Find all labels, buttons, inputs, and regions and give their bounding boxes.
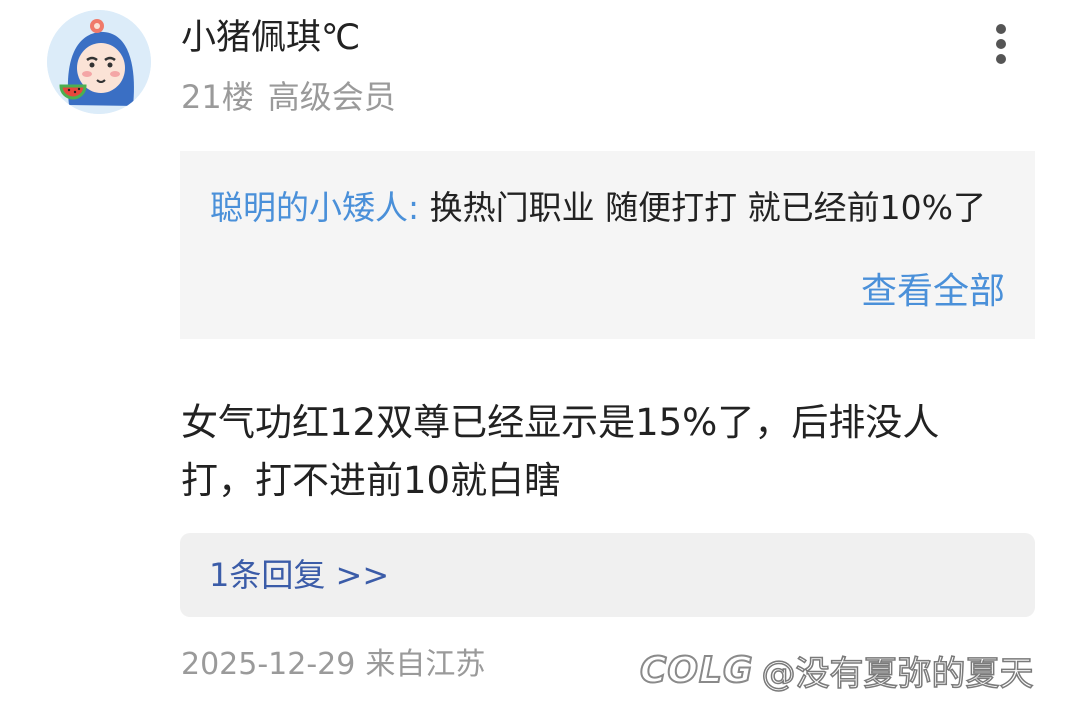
quote-text: 换热门职业 随便打打 就已经前10%了 xyxy=(429,188,986,227)
username[interactable]: 小猪佩琪℃ xyxy=(181,16,360,60)
quote-line: 聪明的小矮人: 换热门职业 随便打打 就已经前10%了 xyxy=(210,186,986,230)
post-location: 来自江苏 xyxy=(365,647,486,682)
watermark-text: @没有夏弥的夏天 xyxy=(761,653,1035,695)
comment-body: 女气功红12双尊已经显示是15%了，后排没人打，打不进前10就白瞎 xyxy=(181,401,940,502)
post-meta: 2025-12-29 来自江苏 xyxy=(181,645,485,685)
floor-number: 21楼 xyxy=(181,78,254,116)
watermark: COLG @没有夏弥的夏天 xyxy=(639,642,1035,698)
post-date: 2025-12-29 xyxy=(181,647,356,682)
quote-author[interactable]: 聪明的小矮人: xyxy=(210,188,419,227)
replies-count-label: 1条回复 >> xyxy=(209,556,390,594)
cartoon-avatar-icon xyxy=(47,10,151,114)
quoted-reply[interactable]: 聪明的小矮人: 换热门职业 随便打打 就已经前10%了 查看全部 xyxy=(180,151,1035,339)
watermark-logo: COLG xyxy=(639,649,754,692)
member-rank: 高级会员 xyxy=(267,78,396,116)
more-options-button[interactable] xyxy=(985,20,1017,68)
comment-post: 小猪佩琪℃ 21楼 高级会员 聪明的小矮人: 换热门职业 随便打打 就已经前10%… xyxy=(0,0,1080,713)
avatar[interactable] xyxy=(47,10,151,114)
replies-button[interactable]: 1条回复 >> xyxy=(180,533,1035,617)
view-all-link[interactable]: 查看全部 xyxy=(861,269,1005,315)
user-meta: 21楼 高级会员 xyxy=(181,77,396,117)
